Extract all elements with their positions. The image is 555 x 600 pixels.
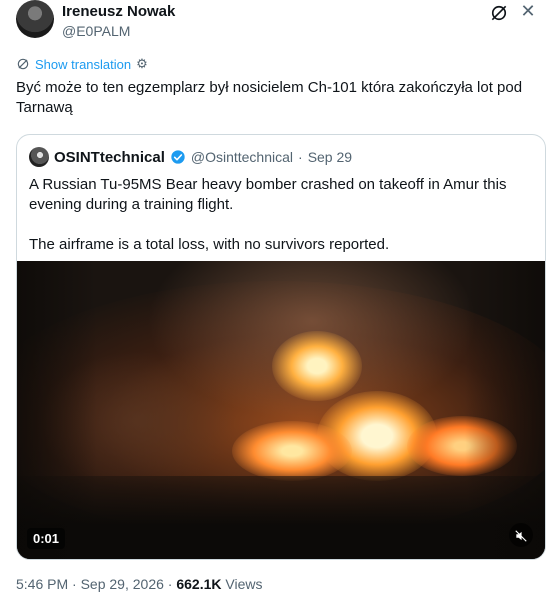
- views-count: 662.1K: [176, 576, 222, 592]
- gear-icon[interactable]: ⚙: [136, 56, 148, 72]
- tweet-footer: 5:46 PM · Sep 29, 2026 · 662.1K Views: [16, 576, 262, 592]
- footer-separator: ·: [72, 576, 77, 592]
- author-handle[interactable]: @E0PALM: [62, 23, 130, 39]
- verified-badge-icon: [171, 150, 185, 164]
- more-icon[interactable]: ✕: [517, 0, 539, 22]
- quoted-paragraph: The airframe is a total loss, with no su…: [29, 236, 390, 253]
- tweet-time[interactable]: 5:46 PM: [16, 576, 68, 592]
- mute-icon-glyph: [515, 529, 527, 542]
- quoted-tweet[interactable]: OSINTtechnical @Osinttechnical · Sep 29 …: [16, 134, 546, 560]
- quoted-separator: ·: [298, 149, 303, 165]
- translate-icon: [17, 58, 29, 70]
- show-translation-label[interactable]: Show translation: [35, 57, 131, 72]
- quoted-author-name: OSINTtechnical: [54, 148, 165, 166]
- show-translation[interactable]: Show translation ⚙: [16, 55, 148, 73]
- dark-foreground: [17, 261, 97, 559]
- mute-icon[interactable]: [509, 523, 533, 547]
- quoted-author-handle: @Osinttechnical: [190, 149, 294, 165]
- views-label: Views: [225, 576, 263, 592]
- tweet-date[interactable]: Sep 29, 2026: [81, 576, 164, 592]
- quoted-text: A Russian Tu-95MS Bear heavy bomber cras…: [29, 175, 529, 275]
- quoted-avatar: [29, 147, 49, 167]
- fire-core: [272, 331, 362, 401]
- footer-separator: ·: [167, 576, 173, 592]
- tweet-header: Ireneusz Nowak @E0PALM ✕: [16, 0, 539, 48]
- quoted-paragraph: A Russian Tu-95MS Bear heavy bomber cras…: [29, 176, 507, 213]
- tweet-text: Być może to ten egzemplarz był nosiciele…: [16, 79, 523, 116]
- quoted-tweet-header: OSINTtechnical @Osinttechnical · Sep 29: [29, 147, 352, 167]
- quoted-date: Sep 29: [307, 149, 353, 165]
- grok-icon[interactable]: [489, 3, 509, 23]
- fire-core: [232, 421, 352, 481]
- author-name[interactable]: Ireneusz Nowak: [62, 3, 175, 20]
- avatar[interactable]: [16, 0, 54, 38]
- video-timestamp: 0:01: [27, 528, 66, 549]
- dark-foreground: [465, 261, 545, 559]
- video-player[interactable]: 0:01: [17, 261, 545, 559]
